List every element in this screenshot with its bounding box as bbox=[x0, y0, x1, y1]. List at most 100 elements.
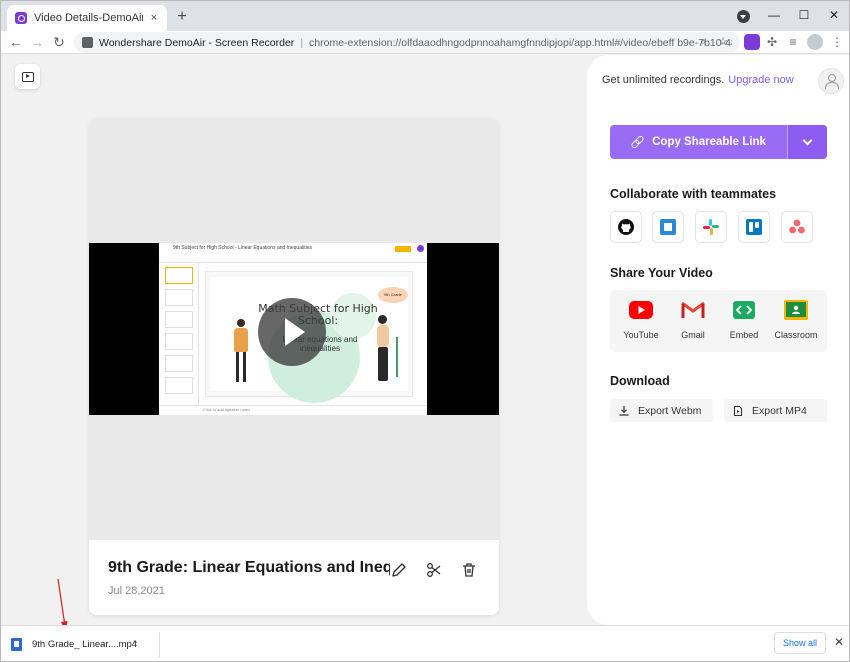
back-button[interactable]: ← bbox=[6, 32, 26, 52]
share-gmail[interactable]: Gmail bbox=[667, 290, 719, 352]
chevron-up-icon[interactable]: ⌃ bbox=[128, 639, 142, 650]
promo-text: Get unlimited recordings. bbox=[602, 74, 725, 86]
chevron-down-icon bbox=[802, 135, 813, 145]
maximize-button[interactable]: ☐ bbox=[789, 3, 819, 27]
export-mp4-button[interactable]: Export MP4 bbox=[724, 399, 827, 422]
tab-close-icon[interactable]: × bbox=[147, 12, 161, 24]
my-videos-button[interactable] bbox=[15, 64, 40, 89]
embed-icon bbox=[732, 300, 756, 320]
slides-recorder-icon bbox=[417, 245, 424, 252]
video-info: 9th Grade: Linear Equations and Inequ...… bbox=[89, 540, 499, 615]
export-webm-button[interactable]: Export Webm bbox=[610, 399, 713, 422]
extension-page-icon bbox=[82, 37, 93, 48]
show-all-downloads-button[interactable]: Show all bbox=[774, 632, 826, 654]
copy-link-label: Copy Shareable Link bbox=[652, 136, 766, 148]
pencil-icon bbox=[392, 563, 406, 577]
asana-button[interactable] bbox=[781, 211, 813, 243]
share-options: YouTube Gmail Embed Classroom bbox=[610, 290, 827, 352]
download-shelf: 9th Grade_ Linear....mp4 ⌃ Show all ✕ bbox=[1, 625, 849, 661]
link-icon bbox=[631, 136, 643, 148]
downloaded-file-name: 9th Grade_ Linear....mp4 bbox=[32, 638, 138, 650]
play-button[interactable] bbox=[258, 298, 326, 366]
trim-video-button[interactable] bbox=[424, 560, 444, 580]
omnibox-site-name: Wondershare DemoAir - Screen Recorder bbox=[99, 36, 295, 49]
copy-shareable-link-button[interactable]: Copy Shareable Link bbox=[610, 125, 787, 159]
tab-title: Video Details-DemoAir Screen Re bbox=[34, 12, 143, 24]
slides-doc-title: 9th Subject for High School - Linear Equ… bbox=[173, 245, 312, 251]
bookmark-star-icon[interactable]: ☆ bbox=[716, 35, 730, 49]
video-card: 9th Subject for High School - Linear Equ… bbox=[89, 118, 499, 615]
collaborate-heading: Collaborate with teammates bbox=[610, 187, 777, 201]
slide-thumbnail bbox=[165, 267, 193, 284]
trello-button[interactable] bbox=[738, 211, 770, 243]
zoom-icon[interactable]: ⌕ bbox=[696, 35, 710, 49]
share-embed[interactable]: Embed bbox=[718, 290, 770, 352]
video-library-icon bbox=[21, 71, 34, 82]
close-shelf-button[interactable]: ✕ bbox=[832, 635, 846, 651]
slide-thumbnail bbox=[165, 289, 193, 306]
video-frame: 9th Subject for High School - Linear Equ… bbox=[89, 243, 499, 415]
user-avatar-icon[interactable] bbox=[818, 68, 844, 94]
address-bar[interactable]: Wondershare DemoAir - Screen Recorder | … bbox=[74, 32, 740, 53]
profile-avatar-icon[interactable] bbox=[807, 34, 823, 50]
share-heading: Share Your Video bbox=[610, 266, 713, 280]
tab-strip: Video Details-DemoAir Screen Re × + — ☐ … bbox=[1, 1, 849, 31]
video-title: 9th Grade: Linear Equations and Inequ... bbox=[108, 559, 390, 576]
omnibox-url: chrome-extension://olfdaaodhngodpnnoaham… bbox=[309, 36, 732, 49]
gmail-icon bbox=[681, 300, 705, 320]
downloaded-file-item[interactable]: 9th Grade_ Linear....mp4 ⌃ bbox=[11, 630, 157, 658]
reload-button[interactable]: ↻ bbox=[49, 32, 69, 52]
slide-thumbnail bbox=[165, 333, 193, 350]
speaker-notes-placeholder: Click to add speaker notes bbox=[203, 407, 251, 412]
slide-grade-bubble: 9th Grade bbox=[378, 287, 408, 303]
close-window-button[interactable]: ✕ bbox=[819, 3, 849, 27]
slack-button[interactable] bbox=[695, 211, 727, 243]
youtube-icon bbox=[629, 300, 653, 320]
extensions-puzzle-icon[interactable]: ✣ bbox=[764, 34, 780, 50]
tab-search-icon[interactable] bbox=[737, 10, 750, 23]
export-webm-label: Export Webm bbox=[638, 404, 702, 417]
download-heading: Download bbox=[610, 374, 670, 388]
upgrade-promo: Get unlimited recordings. Upgrade now bbox=[602, 74, 794, 86]
forward-button[interactable]: → bbox=[27, 32, 47, 52]
edit-title-button[interactable] bbox=[389, 560, 409, 580]
shelf-divider bbox=[159, 632, 160, 658]
demoair-extension-icon[interactable] bbox=[744, 34, 760, 50]
share-classroom[interactable]: Classroom bbox=[770, 290, 822, 352]
microsoft-teams-button[interactable] bbox=[652, 211, 684, 243]
upgrade-link[interactable]: Upgrade now bbox=[728, 74, 793, 86]
video-player[interactable]: 9th Subject for High School - Linear Equ… bbox=[89, 118, 499, 540]
demoair-favicon-icon bbox=[15, 12, 27, 24]
link-options-dropdown[interactable] bbox=[787, 125, 827, 159]
slides-thumbnail-strip bbox=[159, 263, 199, 405]
slide-thumbnail bbox=[165, 311, 193, 328]
slides-toolbar: 9th Subject for High School - Linear Equ… bbox=[159, 243, 427, 263]
chrome-menu-icon[interactable]: ⋮ bbox=[829, 34, 845, 50]
share-youtube[interactable]: YouTube bbox=[615, 290, 667, 352]
share-gmail-label: Gmail bbox=[681, 330, 705, 340]
video-date: Jul 28,2021 bbox=[108, 585, 165, 597]
delete-video-button[interactable] bbox=[459, 560, 479, 580]
slides-present-button bbox=[395, 246, 411, 252]
media-queue-icon[interactable]: ≡ bbox=[785, 34, 801, 50]
new-tab-button[interactable]: + bbox=[173, 7, 191, 27]
teams-icon bbox=[660, 219, 676, 235]
slack-icon bbox=[703, 219, 719, 235]
slides-notes-bar: Click to add speaker notes bbox=[159, 405, 427, 415]
teacher-illustration bbox=[232, 319, 250, 383]
tab-video-details[interactable]: Video Details-DemoAir Screen Re × bbox=[7, 5, 167, 31]
file-video-icon bbox=[733, 405, 743, 416]
download-icon bbox=[619, 405, 629, 416]
minimize-button[interactable]: — bbox=[759, 3, 789, 27]
trello-icon bbox=[746, 219, 762, 235]
share-classroom-label: Classroom bbox=[774, 330, 818, 340]
share-embed-label: Embed bbox=[729, 330, 759, 340]
trash-icon bbox=[463, 563, 475, 577]
google-classroom-icon bbox=[784, 300, 808, 320]
browser-window: Video Details-DemoAir Screen Re × + — ☐ … bbox=[0, 0, 850, 662]
github-button[interactable] bbox=[610, 211, 642, 243]
asana-icon bbox=[789, 219, 805, 234]
copy-link-button-group: Copy Shareable Link bbox=[610, 125, 827, 159]
app-content: 9th Subject for High School - Linear Equ… bbox=[1, 55, 849, 625]
omnibox-separator: | bbox=[300, 36, 304, 49]
